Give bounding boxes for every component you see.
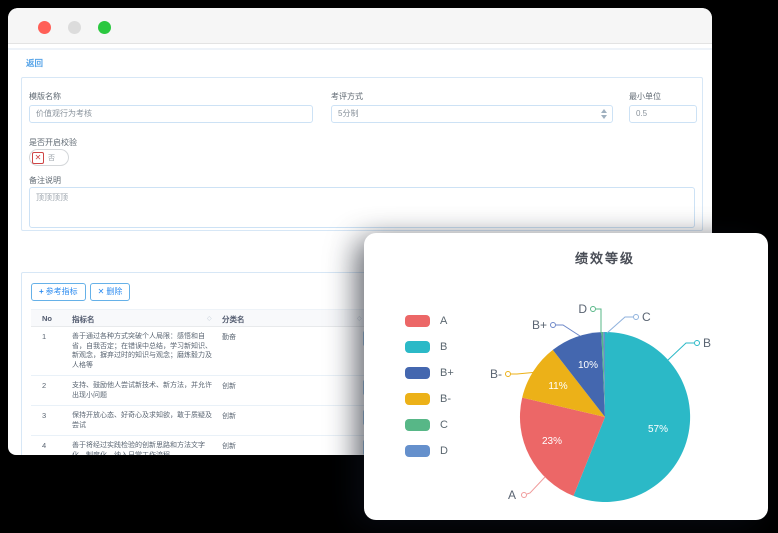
validation-toggle[interactable]: ✕ 否 — [29, 149, 69, 166]
label-line-dot — [591, 307, 596, 312]
content-divider — [8, 48, 712, 50]
label-line — [607, 317, 633, 333]
close-window-button[interactable] — [38, 21, 51, 34]
indicator-toolbar: +参考指标 ✕删除 — [31, 283, 130, 301]
row-number: 4 — [42, 441, 46, 450]
window-titlebar — [8, 8, 712, 44]
slice-percent-label: 10% — [578, 360, 598, 371]
column-header[interactable]: 分类名 — [222, 314, 245, 325]
x-icon: ✕ — [98, 287, 105, 296]
category-name: 创新 — [222, 441, 236, 451]
label-line — [527, 477, 545, 494]
column-header: No — [42, 314, 52, 323]
label-line-dot — [634, 315, 639, 320]
toggle-state-label: 否 — [48, 153, 55, 163]
slice-percent-label: 11% — [548, 381, 567, 392]
template-name-input[interactable]: 价值观行为考核 — [29, 105, 313, 123]
row-number: 1 — [42, 332, 46, 341]
validation-label: 是否开启校验 — [29, 137, 77, 148]
sort-icon[interactable]: ◇ — [357, 315, 362, 322]
row-number: 3 — [42, 411, 46, 420]
label-line-dot — [695, 341, 700, 346]
slice-percent-label: 57% — [648, 424, 668, 435]
category-name: 创新 — [222, 381, 236, 391]
label-line-dot — [522, 493, 527, 498]
delete-button[interactable]: ✕删除 — [90, 283, 131, 301]
category-name: 勤奋 — [222, 332, 236, 342]
screenshot-stage: 返回 模版名称 价值观行为考核 考评方式 5分制 最小单位 0.5 是否开启校验… — [0, 0, 778, 533]
label-line-dot — [551, 323, 556, 328]
add-indicator-button[interactable]: +参考指标 — [31, 283, 86, 301]
performance-chart-card: 绩效等级 ABB+B-CD 57%23%11%10%BAB-B+CD — [364, 233, 768, 520]
plus-icon: + — [39, 287, 44, 296]
label-line — [596, 309, 601, 333]
column-header[interactable]: 指标名 — [72, 314, 95, 325]
slice-callout-label: B — [703, 336, 711, 350]
minimize-window-button[interactable] — [68, 21, 81, 34]
back-link[interactable]: 返回 — [26, 57, 43, 69]
min-unit-label: 最小单位 — [629, 91, 661, 102]
slice-callout-label: B+ — [532, 318, 547, 332]
label-line — [668, 343, 694, 360]
indicator-name: 支持、鼓励他人尝试新技术、新方法，并允许出现小问题 — [72, 376, 212, 405]
select-arrows-icon — [601, 109, 607, 119]
template-form-panel: 模版名称 价值观行为考核 考评方式 5分制 最小单位 0.5 是否开启校验 ✕ … — [21, 77, 703, 231]
slice-callout-label: C — [642, 310, 651, 324]
sort-icon[interactable]: ◇ — [207, 315, 212, 322]
toggle-off-icon: ✕ — [32, 152, 44, 164]
performance-pie-chart[interactable]: 57% 23% 11% 10% B A B- B+ C D — [364, 233, 768, 520]
slice-callout-label: B- — [490, 367, 502, 381]
eval-method-select[interactable]: 5分制 — [331, 105, 613, 123]
slice-callout-label: A — [508, 488, 516, 502]
template-name-label: 模版名称 — [29, 91, 61, 102]
eval-method-label: 考评方式 — [331, 91, 363, 102]
remark-textarea[interactable]: 顶顶顶顶 — [29, 187, 695, 228]
slice-callout-label: D — [578, 302, 587, 316]
remark-label: 备注说明 — [29, 175, 61, 186]
category-name: 创新 — [222, 411, 236, 421]
min-unit-input[interactable]: 0.5 — [629, 105, 697, 123]
slice-percent-label: 23% — [542, 436, 562, 447]
label-line — [556, 325, 580, 336]
zoom-window-button[interactable] — [98, 21, 111, 34]
indicator-name: 保持开放心态、好奇心及求知欲，敢于质疑及尝试 — [72, 406, 212, 435]
row-number: 2 — [42, 381, 46, 390]
label-line-dot — [506, 372, 511, 377]
indicator-name: 善于将经过实践检验的创新思路和方法文字化、制度化，纳入日常工作流程 — [72, 436, 212, 455]
indicator-name: 善于通过各种方式突破个人局限：感悟和自省，自我否定；在错误中总结，学习新知识、新… — [72, 327, 212, 375]
